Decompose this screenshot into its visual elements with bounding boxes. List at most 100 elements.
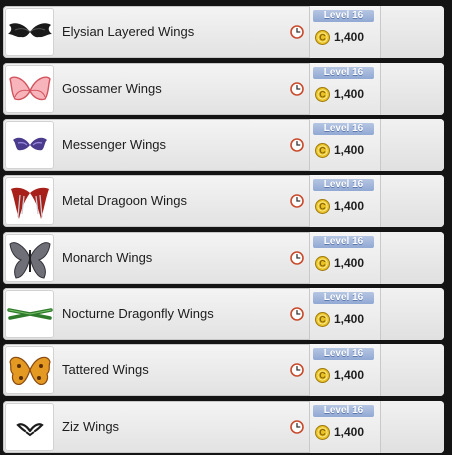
shop-item-row[interactable]: Messenger Wings Level 16 C 1,400 <box>3 119 444 171</box>
coin-icon: C <box>315 198 330 214</box>
clock-icon[interactable] <box>290 194 304 208</box>
buy-slot[interactable] <box>381 232 444 284</box>
item-thumbnail <box>5 177 54 225</box>
price-panel[interactable]: Level 16 C 1,400 <box>309 6 381 58</box>
item-main-panel[interactable]: Elysian Layered Wings <box>3 6 309 58</box>
price-value: 1,400 <box>334 312 365 326</box>
buy-slot[interactable] <box>381 6 444 58</box>
price-panel[interactable]: Level 16 C 1,400 <box>309 63 381 115</box>
item-thumbnail <box>5 346 54 394</box>
item-thumbnail <box>5 121 54 169</box>
clock-icon[interactable] <box>290 82 304 96</box>
svg-text:C: C <box>319 427 326 437</box>
buy-slot[interactable] <box>381 401 444 453</box>
price-panel[interactable]: Level 16 C 1,400 <box>309 119 381 171</box>
item-thumbnail <box>5 234 54 282</box>
price-panel[interactable]: Level 16 C 1,400 <box>309 344 381 396</box>
svg-text:C: C <box>319 89 326 99</box>
pink-gossamer-wings-icon <box>8 76 51 101</box>
price-cost: C 1,400 <box>315 86 364 102</box>
item-name: Ziz Wings <box>62 419 120 434</box>
coin-icon: C <box>315 29 330 45</box>
buy-slot[interactable] <box>381 288 444 340</box>
price-value: 1,400 <box>334 199 365 213</box>
purple-messenger-wings-icon <box>12 137 47 151</box>
clock-icon[interactable] <box>290 307 304 321</box>
price-value: 1,400 <box>334 143 365 157</box>
shop-item-row[interactable]: Monarch Wings Level 16 C 1,400 <box>3 232 444 284</box>
shop-item-row[interactable]: Metal Dragoon Wings Level 16 C 1,400 <box>3 175 444 227</box>
shop-item-row[interactable]: Nocturne Dragonfly Wings Level 16 C 1,400 <box>3 288 444 340</box>
level-badge: Level 16 <box>313 236 374 248</box>
level-badge: Level 16 <box>313 348 374 360</box>
shop-item-row[interactable]: Ziz Wings Level 16 C 1,400 <box>3 401 444 453</box>
svg-text:C: C <box>319 32 326 42</box>
price-panel[interactable]: Level 16 C 1,400 <box>309 288 381 340</box>
item-thumbnail <box>5 8 54 56</box>
price-cost: C 1,400 <box>315 367 364 383</box>
item-main-panel[interactable]: Messenger Wings <box>3 119 309 171</box>
price-panel[interactable]: Level 16 C 1,400 <box>309 401 381 453</box>
price-cost: C 1,400 <box>315 142 364 158</box>
item-name: Messenger Wings <box>62 137 167 152</box>
clock-icon[interactable] <box>290 251 304 265</box>
coin-icon: C <box>315 367 330 383</box>
black-layered-wings-icon <box>7 23 52 38</box>
price-panel[interactable]: Level 16 C 1,400 <box>309 175 381 227</box>
price-cost: C 1,400 <box>315 198 364 214</box>
buy-slot[interactable] <box>381 119 444 171</box>
price-value: 1,400 <box>334 368 365 382</box>
price-value: 1,400 <box>334 30 365 44</box>
item-main-panel[interactable]: Nocturne Dragonfly Wings <box>3 288 309 340</box>
shop-item-row[interactable]: Elysian Layered Wings Level 16 C 1,400 <box>3 6 444 58</box>
shop-item-row[interactable]: Tattered Wings Level 16 C 1,400 <box>3 344 444 396</box>
green-dragonfly-wings-icon <box>6 308 53 320</box>
svg-text:C: C <box>319 258 326 268</box>
item-name: Metal Dragoon Wings <box>62 193 187 208</box>
price-panel[interactable]: Level 16 C 1,400 <box>309 232 381 284</box>
price-cost: C 1,400 <box>315 255 364 271</box>
gray-monarch-wings-icon <box>8 242 51 279</box>
item-thumbnail <box>5 403 54 451</box>
coin-icon: C <box>315 255 330 271</box>
price-value: 1,400 <box>334 87 365 101</box>
svg-text:C: C <box>319 145 326 155</box>
item-name: Tattered Wings <box>62 362 149 377</box>
small-white-ziz-wings-icon <box>15 423 44 437</box>
price-cost: C 1,400 <box>315 424 364 440</box>
price-cost: C 1,400 <box>315 311 364 327</box>
level-badge: Level 16 <box>313 292 374 304</box>
coin-icon: C <box>315 311 330 327</box>
item-main-panel[interactable]: Monarch Wings <box>3 232 309 284</box>
coin-icon: C <box>315 142 330 158</box>
clock-icon[interactable] <box>290 363 304 377</box>
clock-icon[interactable] <box>290 25 304 39</box>
red-metal-dragoon-wings-icon <box>10 187 49 219</box>
price-value: 1,400 <box>334 256 365 270</box>
coin-icon: C <box>315 86 330 102</box>
shop-item-list: Elysian Layered Wings Level 16 C 1,400 Gossa… <box>0 0 452 455</box>
svg-text:C: C <box>319 370 326 380</box>
item-main-panel[interactable]: Gossamer Wings <box>3 63 309 115</box>
buy-slot[interactable] <box>381 63 444 115</box>
coin-icon: C <box>315 424 330 440</box>
svg-text:C: C <box>319 314 326 324</box>
item-main-panel[interactable]: Tattered Wings <box>3 344 309 396</box>
item-name: Elysian Layered Wings <box>62 24 195 39</box>
buy-slot[interactable] <box>381 344 444 396</box>
orange-tattered-wings-icon <box>8 356 51 385</box>
level-badge: Level 16 <box>313 67 374 79</box>
level-badge: Level 16 <box>313 179 374 191</box>
clock-icon[interactable] <box>290 138 304 152</box>
svg-text:C: C <box>319 201 326 211</box>
item-name: Nocturne Dragonfly Wings <box>62 306 214 321</box>
item-name: Gossamer Wings <box>62 81 162 96</box>
price-value: 1,400 <box>334 425 365 439</box>
price-cost: C 1,400 <box>315 29 364 45</box>
clock-icon[interactable] <box>290 420 304 434</box>
item-thumbnail <box>5 290 54 338</box>
shop-item-row[interactable]: Gossamer Wings Level 16 C 1,400 <box>3 63 444 115</box>
buy-slot[interactable] <box>381 175 444 227</box>
item-main-panel[interactable]: Ziz Wings <box>3 401 309 453</box>
item-main-panel[interactable]: Metal Dragoon Wings <box>3 175 309 227</box>
